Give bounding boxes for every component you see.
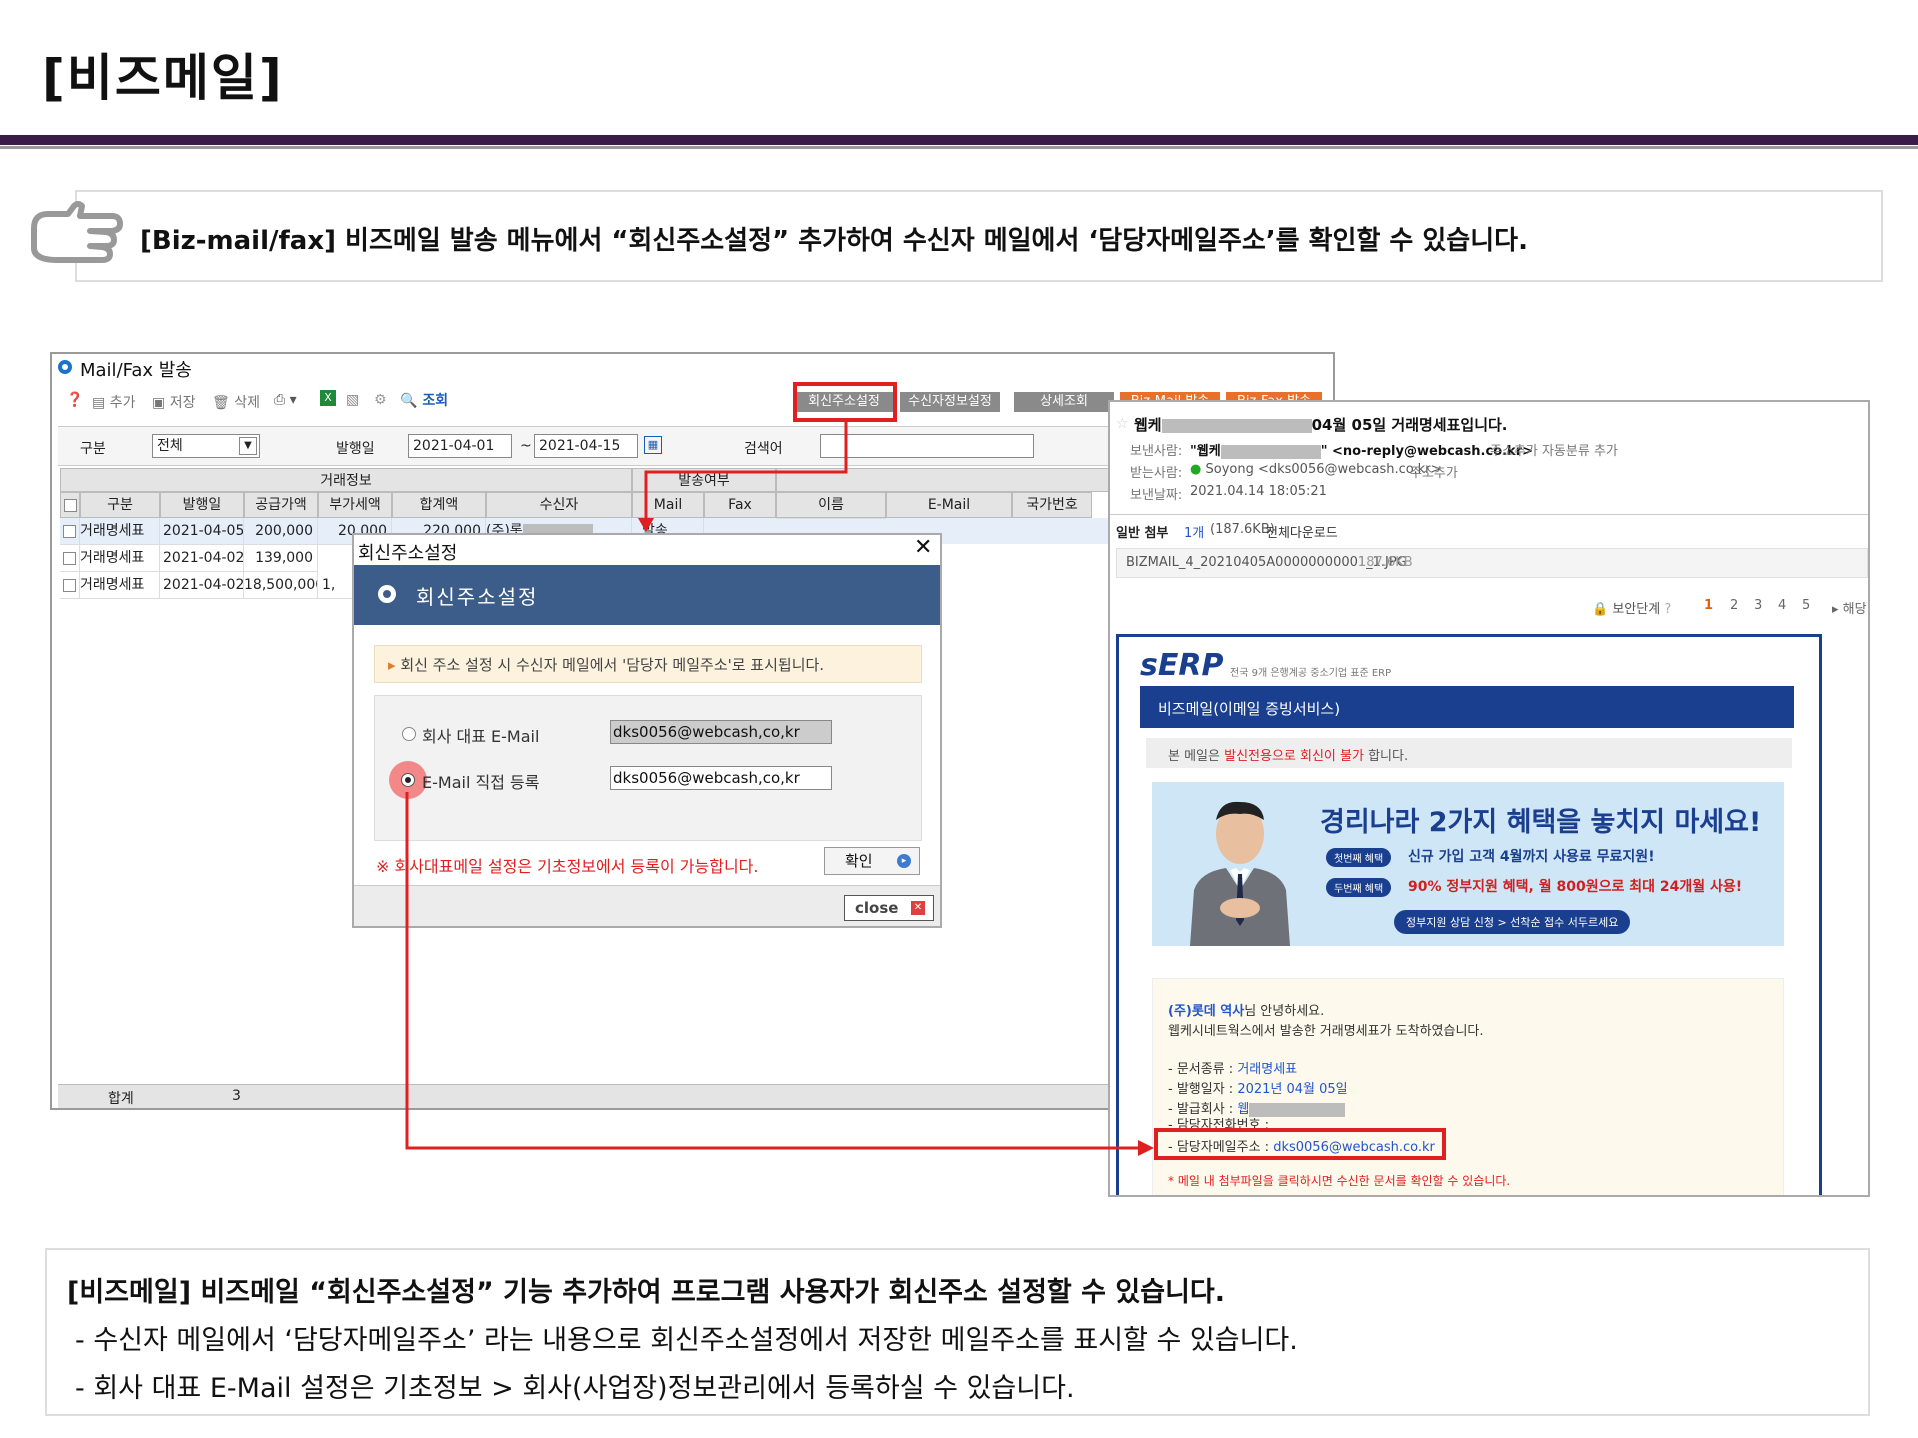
description-line-2: - 회사 대표 E-Mail 설정은 기초정보 > 회사(사업장)정보관리에서 … bbox=[75, 1373, 1075, 1404]
description-box: [비즈메일] 비즈메일 “회신주소설정” 기능 추가하여 프로그램 사용자가 회… bbox=[45, 1248, 1870, 1416]
connector-arrows bbox=[405, 420, 1154, 1156]
description-heading: [비즈메일] 비즈메일 “회신주소설정” 기능 추가하여 프로그램 사용자가 회… bbox=[67, 1277, 1226, 1308]
description-line-1: - 수신자 메일에서 ‘담당자메일주소’ 라는 내용으로 회신주소설정에서 저장… bbox=[75, 1325, 1298, 1356]
